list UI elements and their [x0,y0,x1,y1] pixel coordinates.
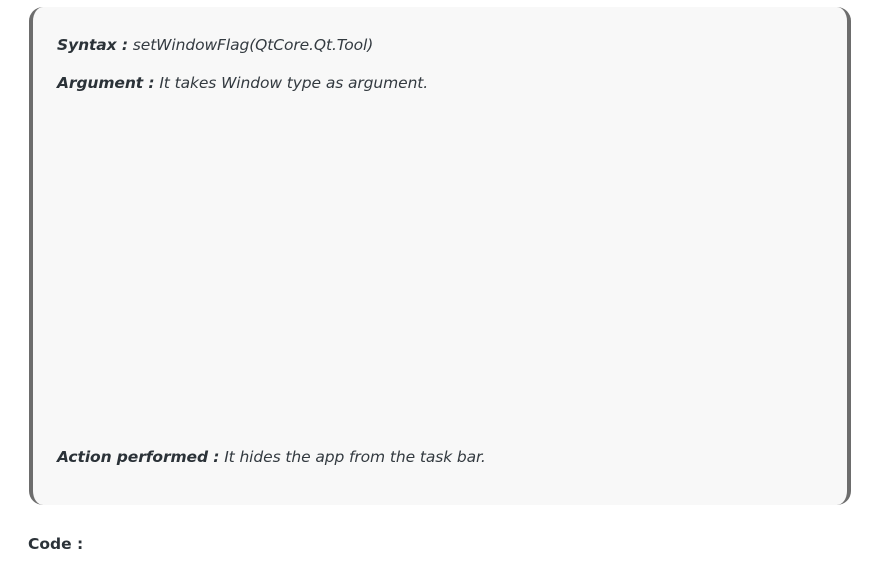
syntax-line: Syntax : setWindowFlag(QtCore.Qt.Tool) [57,36,373,54]
action-value: It hides the app from the task bar. [224,448,486,466]
argument-label: Argument : [57,74,155,92]
action-label: Action performed : [57,448,220,466]
argument-line: Argument : It takes Window type as argum… [57,74,428,92]
action-line: Action performed : It hides the app from… [57,448,486,466]
info-note-box: Syntax : setWindowFlag(QtCore.Qt.Tool) A… [29,7,851,505]
code-heading: Code : [28,535,84,553]
argument-value: It takes Window type as argument. [159,74,429,92]
syntax-value: setWindowFlag(QtCore.Qt.Tool) [132,36,374,54]
syntax-label: Syntax : [57,36,128,54]
